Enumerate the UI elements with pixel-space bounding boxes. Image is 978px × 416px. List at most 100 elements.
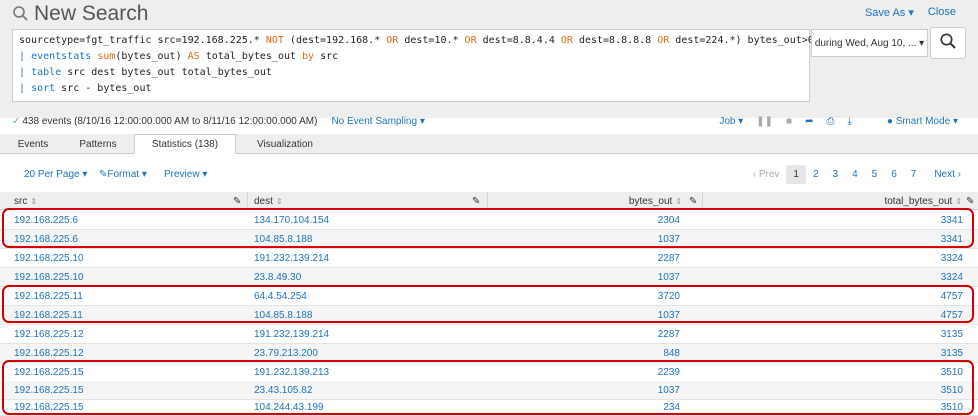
cell-total-bytes-out[interactable]: 3341 (820, 230, 963, 249)
time-range-picker[interactable]: during Wed, Aug 10, ... ▾ (811, 29, 928, 57)
stop-icon[interactable]: ■ (786, 116, 792, 127)
cell-dest[interactable]: 104.244.43.199 (254, 398, 324, 416)
pause-icon[interactable]: ❚❚ (756, 116, 773, 127)
cell-total-bytes-out[interactable]: 3510 (820, 398, 963, 416)
cell-src[interactable]: 192.168.225.6 (14, 230, 78, 249)
page-button[interactable]: 1 (786, 165, 806, 184)
cell-bytes-out[interactable]: 2287 (560, 249, 680, 268)
table-row[interactable]: 192.168.225.12 23.79.213.200 848 3135 (0, 344, 978, 363)
cell-bytes-out[interactable]: 234 (560, 398, 680, 416)
table-row[interactable]: 192.168.225.15 191.232.139.213 2239 3510 (0, 363, 978, 382)
cell-total-bytes-out[interactable]: 4757 (820, 306, 963, 325)
search-submit-button[interactable] (930, 27, 966, 59)
cell-bytes-out[interactable]: 2304 (560, 211, 680, 230)
cell-dest[interactable]: 191.232.139.214 (254, 249, 329, 268)
print-icon[interactable]: ⎙ (826, 116, 834, 127)
page-button[interactable]: 5 (865, 165, 885, 184)
export-icon[interactable]: ⤓ (847, 116, 851, 127)
page-button[interactable]: 4 (845, 165, 865, 184)
cell-total-bytes-out[interactable]: 3135 (820, 325, 963, 344)
page-button[interactable]: 3 (826, 165, 846, 184)
cell-bytes-out[interactable]: 1037 (560, 306, 680, 325)
cell-dest[interactable]: 191.232.139.213 (254, 363, 329, 382)
cell-total-bytes-out[interactable]: 4757 (820, 287, 963, 306)
cell-dest[interactable]: 104.85.8.188 (254, 306, 312, 325)
cell-bytes-out[interactable]: 1037 (560, 230, 680, 249)
page-button[interactable]: 6 (884, 165, 904, 184)
next-page-button[interactable]: Next › (927, 165, 968, 184)
cell-bytes-out[interactable]: 2287 (560, 325, 680, 344)
format-dropdown[interactable]: ✎Format ▾ (99, 169, 147, 180)
query-text: dest=8.8.4.4 (476, 35, 561, 46)
search-mode-dropdown[interactable]: ● Smart Mode ▾ (887, 116, 958, 127)
save-as-button[interactable]: Save As ▾ (865, 6, 914, 19)
cell-bytes-out[interactable]: 2239 (560, 363, 680, 382)
tab-visualization[interactable]: Visualization (240, 134, 330, 154)
cell-dest[interactable]: 134.170.104.154 (254, 211, 329, 230)
table-row[interactable]: 192.168.225.11 104.85.8.188 1037 4757 (0, 306, 978, 325)
cell-bytes-out[interactable]: 3720 (560, 287, 680, 306)
cell-dest[interactable]: 191.232.139.214 (254, 325, 329, 344)
table-row[interactable]: 192.168.225.11 64.4.54.254 3720 4757 (0, 287, 978, 306)
preview-dropdown[interactable]: Preview ▾ (164, 169, 207, 180)
cell-dest[interactable]: 104.85.8.188 (254, 230, 312, 249)
sort-icon[interactable]: ⇕ (955, 197, 962, 206)
edit-column-icon[interactable]: ✎ (472, 192, 480, 210)
cell-src[interactable]: 192.168.225.12 (14, 344, 84, 363)
cell-src[interactable]: 192.168.225.12 (14, 325, 84, 344)
column-header-bytes-out[interactable]: bytes_out ⇕ (560, 192, 682, 210)
per-page-dropdown[interactable]: 20 Per Page ▾ (24, 169, 87, 180)
column-label: dest (254, 195, 273, 207)
cell-total-bytes-out[interactable]: 3510 (820, 363, 963, 382)
cell-src[interactable]: 192.168.225.15 (14, 363, 84, 382)
cell-total-bytes-out[interactable]: 3324 (820, 249, 963, 268)
cell-src[interactable]: 192.168.225.10 (14, 268, 84, 287)
table-row[interactable]: 192.168.225.6 104.85.8.188 1037 3341 (0, 230, 978, 249)
column-label: total_bytes_out (884, 195, 953, 207)
query-text: dest=10.* (398, 35, 465, 46)
table-row[interactable]: 192.168.225.10 191.232.139.214 2287 3324 (0, 249, 978, 268)
cell-src[interactable]: 192.168.225.10 (14, 249, 84, 268)
edit-column-icon[interactable]: ✎ (689, 192, 697, 210)
sort-icon[interactable]: ⇕ (30, 197, 37, 206)
tab-events[interactable]: Events (6, 134, 60, 154)
cell-total-bytes-out[interactable]: 3324 (820, 268, 963, 287)
checkmark-icon: ✓ (12, 115, 21, 127)
prev-page-button[interactable]: ‹ Prev (746, 165, 787, 184)
cell-dest[interactable]: 23.79.213.200 (254, 344, 318, 363)
cell-total-bytes-out[interactable]: 3341 (820, 211, 963, 230)
cell-src[interactable]: 192.168.225.11 (14, 306, 83, 325)
job-menu[interactable]: Job ▾ (719, 116, 743, 127)
column-header-total-bytes-out[interactable]: total_bytes_out ⇕ (820, 192, 962, 210)
search-query-input[interactable]: sourcetype=fgt_traffic src=192.168.225.*… (12, 29, 814, 102)
cell-src[interactable]: 192.168.225.6 (14, 211, 78, 230)
edit-column-icon[interactable]: ✎ (966, 192, 974, 210)
close-button[interactable]: Close (928, 6, 956, 19)
tab-statistics[interactable]: Statistics (138) (134, 134, 236, 154)
page-button[interactable]: 7 (904, 165, 924, 184)
cell-dest[interactable]: 64.4.54.254 (254, 287, 307, 306)
cell-bytes-out[interactable]: 1037 (560, 268, 680, 287)
table-row[interactable]: 192.168.225.6 134.170.104.154 2304 3341 (0, 211, 978, 230)
table-row[interactable]: 192.168.225.15 104.244.43.199 234 3510 (0, 398, 978, 416)
table-row[interactable]: 192.168.225.12 191.232.139.214 2287 3135 (0, 325, 978, 344)
sort-icon[interactable]: ⇕ (276, 197, 283, 206)
event-sampling-dropdown[interactable]: No Event Sampling ▾ (331, 116, 424, 127)
cell-bytes-out[interactable]: 848 (560, 344, 680, 363)
share-icon[interactable]: ➦ (805, 116, 813, 127)
tab-patterns[interactable]: Patterns (66, 134, 130, 154)
column-header-src[interactable]: src ⇕ (14, 192, 37, 210)
cell-src[interactable]: 192.168.225.11 (14, 287, 83, 306)
cell-src[interactable]: 192.168.225.15 (14, 398, 84, 416)
header-actions: Save As ▾ Close (865, 6, 956, 19)
job-controls: Job ▾ ❚❚ ■ ➦ ⎙ ⤓ ● Smart Mode ▾ (719, 112, 958, 130)
page-button[interactable]: 2 (806, 165, 826, 184)
sort-icon[interactable]: ⇕ (675, 197, 682, 206)
cell-dest[interactable]: 23.8.49.30 (254, 268, 301, 287)
table-row[interactable]: 192.168.225.10 23.8.49.30 1037 3324 (0, 268, 978, 287)
edit-column-icon[interactable]: ✎ (233, 192, 241, 210)
cell-total-bytes-out[interactable]: 3135 (820, 344, 963, 363)
query-pipe: | (19, 83, 26, 94)
column-divider (487, 192, 488, 210)
column-header-dest[interactable]: dest ⇕ (254, 192, 283, 210)
